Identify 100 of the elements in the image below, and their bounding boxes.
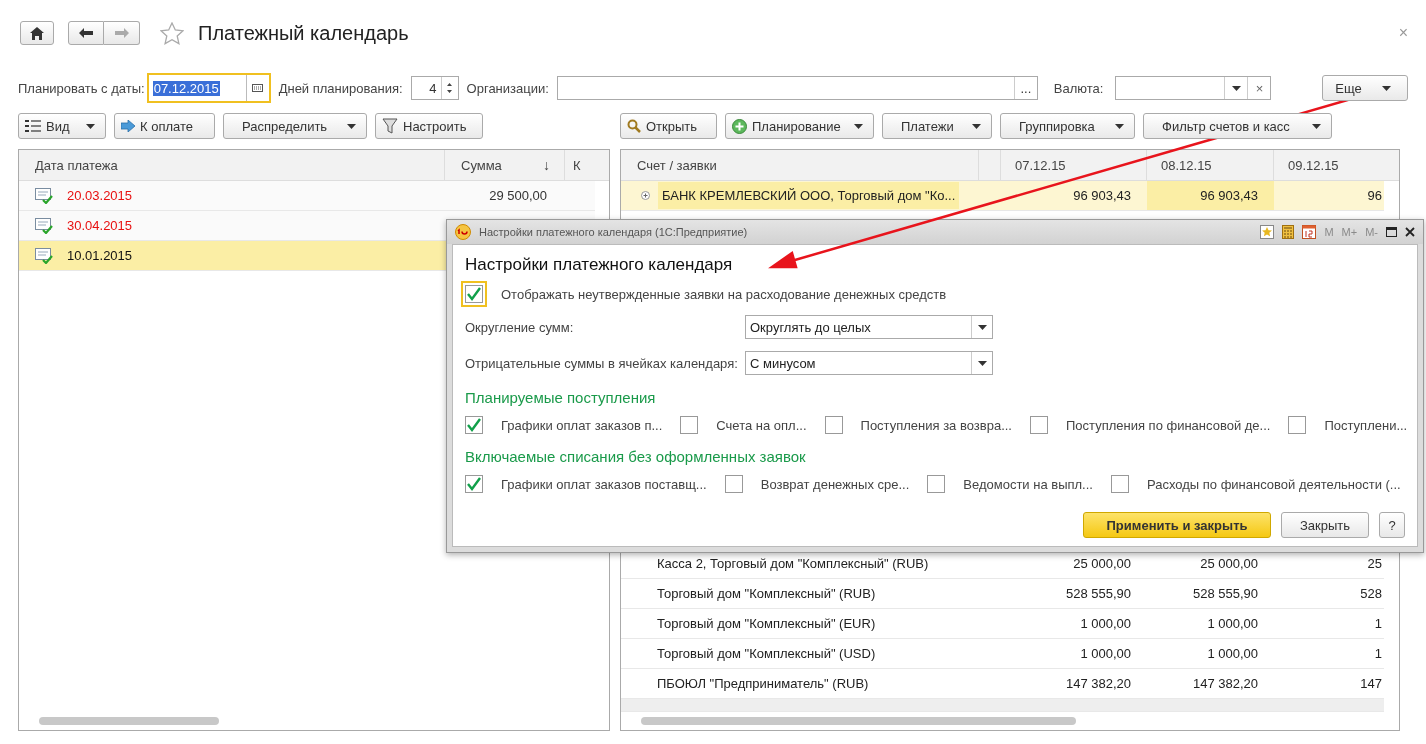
dropdown-caret-icon <box>347 123 356 129</box>
table-row[interactable]: Торговый дом "Комплексный" (EUR) 1 000,00 1 000,00 1 <box>621 609 1384 639</box>
dropdown-caret-icon <box>86 123 95 129</box>
amount-cell-text: 147 382,20 <box>1064 675 1132 693</box>
amount-cell-text: 1 <box>1373 615 1383 633</box>
table-row[interactable]: 20.03.2015 29 500,00 <box>19 181 595 211</box>
toolbar-button[interactable]: Группировка <box>1000 113 1135 139</box>
more-button[interactable]: Еще <box>1322 75 1408 101</box>
amount-cell-text: 528 555,90 <box>1064 585 1132 603</box>
back-arrow-icon <box>79 28 93 38</box>
number-field[interactable]: 4 <box>410 76 459 100</box>
amount-cell-text: 1 000,00 <box>1206 615 1259 633</box>
table-row[interactable]: Торговый дом "Комплексный" (RUB) 528 555,90 528 555,90 528 <box>621 579 1384 609</box>
checkbox-label: Отображать неутвержденные заявки на расходование денежных средств <box>501 286 947 302</box>
checkbox-label: Поступлени... <box>1324 417 1408 433</box>
approved-document-icon <box>35 217 53 234</box>
help-button[interactable]: ? <box>1379 512 1405 538</box>
amount-cell-text: 147 382,20 <box>1191 675 1259 693</box>
section-title: Включаемые списания без оформленных заявок <box>465 448 807 465</box>
dropdown-caret-icon <box>1231 85 1241 91</box>
checkbox[interactable] <box>1029 416 1048 434</box>
scrollbar-thumb[interactable] <box>641 717 1076 725</box>
toolbar-button[interactable]: Фильтр счетов и касс <box>1143 113 1332 139</box>
dropdown-field[interactable]: Округлять до целых <box>745 315 993 339</box>
amount-cell: 96 903,43 <box>1147 181 1274 210</box>
account-cell: ПБОЮЛ "Предприниматель" (RUB) <box>657 676 869 691</box>
column-header[interactable]: Дата платежа <box>19 150 445 180</box>
close-button[interactable]: Закрыть <box>1281 512 1369 538</box>
checkbox[interactable] <box>465 285 483 303</box>
field-label: Валюта: <box>1053 80 1104 96</box>
checkbox[interactable] <box>927 475 946 493</box>
currency-field[interactable]: × <box>1115 76 1272 100</box>
search-icon <box>627 119 641 133</box>
scrollbar-thumb[interactable] <box>39 717 219 725</box>
calendar-icon[interactable] <box>1302 225 1317 239</box>
dropdown-caret-icon <box>854 123 863 129</box>
column-header[interactable]: К <box>565 150 595 180</box>
column-header[interactable]: 09.12.15 <box>1274 150 1384 180</box>
toolbar-button[interactable]: Вид <box>18 113 106 139</box>
date-cell: 20.03.2015 <box>67 188 133 203</box>
dropdown-field[interactable]: С минусом <box>745 351 993 375</box>
dropdown-caret-icon <box>1312 123 1321 129</box>
checkbox[interactable] <box>680 416 699 434</box>
add-circle-icon <box>732 118 747 134</box>
filter-icon <box>382 118 398 134</box>
checkbox[interactable] <box>1288 416 1307 434</box>
amount-cell-text: 96 <box>1366 187 1383 205</box>
amount-cell-text: 25 000,00 <box>1199 555 1259 573</box>
date-field[interactable]: 07.12.2015 <box>146 73 271 103</box>
maximize-icon[interactable] <box>1386 227 1397 237</box>
window-title: Платежный календарь <box>198 21 409 45</box>
field-label: Дней планирования: <box>278 80 403 96</box>
amount-cell-text: 1 000,00 <box>1206 645 1259 663</box>
calculator-icon[interactable] <box>1282 225 1295 239</box>
checkbox-label: Расходы по финансовой деятельности (... <box>1146 476 1401 492</box>
spinner-arrows-icon <box>446 81 454 95</box>
amount-cell: 29 500,00 <box>489 188 547 203</box>
amount-cell-text: 528 555,90 <box>1191 585 1259 603</box>
calendar-icon <box>252 84 264 92</box>
field-label: Отрицательные суммы в ячейках календаря: <box>465 355 739 371</box>
back-button[interactable] <box>68 21 104 45</box>
account-cell: БАНК КРЕМЛЕВСКИЙ ООО, Торговый дом "Ко... <box>658 182 960 209</box>
home-icon <box>30 26 44 40</box>
checkbox[interactable] <box>724 475 743 493</box>
star-icon[interactable] <box>160 21 184 45</box>
home-button[interactable] <box>20 21 54 45</box>
table-row[interactable]: БАНК КРЕМЛЕВСКИЙ ООО, Торговый дом "Ко... 96 903,43 96 903,43 96 <box>621 181 1384 211</box>
favorite-icon[interactable] <box>1260 225 1275 239</box>
checkbox-label: Ведомости на выпл... <box>963 476 1093 492</box>
field-label: Организации: <box>466 80 549 96</box>
checkbox[interactable] <box>465 475 483 493</box>
amount-cell-text: 25 000,00 <box>1072 555 1132 573</box>
column-header[interactable]: Счет / заявки <box>621 150 979 180</box>
field-label: Планировать с даты: <box>18 80 145 96</box>
amount-cell-text: 528 <box>1359 585 1383 603</box>
checkbox[interactable] <box>465 416 483 434</box>
account-cell: Торговый дом "Комплексный" (RUB) <box>657 586 876 601</box>
column-header[interactable]: Сумма ↓ <box>445 150 565 180</box>
app-logo-icon <box>455 224 471 240</box>
organizations-field[interactable]: ... <box>556 76 1038 100</box>
toolbar-button[interactable]: Распределить <box>223 113 367 139</box>
toolbar-button[interactable]: Платежи <box>882 113 992 139</box>
forward-arrow-icon <box>114 28 129 38</box>
apply-and-close-button[interactable]: Применить и закрыть <box>1083 512 1271 538</box>
list-view-icon <box>25 120 41 132</box>
toolbar-button[interactable]: Планирование <box>725 113 874 139</box>
toolbar-button[interactable]: К оплате <box>114 113 215 139</box>
checkbox-label: Возврат денежных сре... <box>760 476 910 492</box>
expand-icon <box>641 191 650 200</box>
toolbar-button[interactable]: Настроить <box>375 113 483 139</box>
checkbox[interactable] <box>824 416 843 434</box>
approved-document-icon <box>35 247 53 264</box>
close-icon[interactable] <box>1405 227 1415 237</box>
table-row[interactable]: Торговый дом "Комплексный" (USD) 1 000,00 1 000,00 1 <box>621 639 1384 669</box>
account-cell: Торговый дом "Комплексный" (USD) <box>657 646 876 661</box>
checkbox-label: Счета на опл... <box>716 417 807 433</box>
checkbox[interactable] <box>1110 475 1129 493</box>
toolbar-button[interactable]: Открыть <box>620 113 717 139</box>
dropdown-caret-icon <box>977 324 987 330</box>
section-title: Планируемые поступления <box>465 389 657 406</box>
